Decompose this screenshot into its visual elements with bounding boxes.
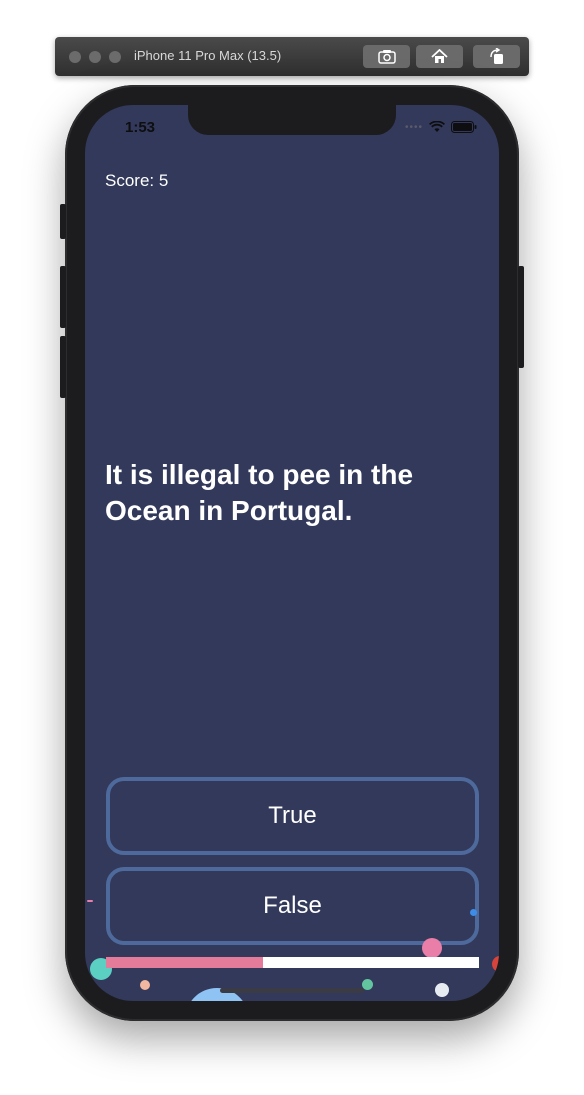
true-button[interactable]: True bbox=[106, 777, 479, 855]
volume-up-button bbox=[60, 266, 66, 328]
false-button[interactable]: False bbox=[106, 867, 479, 945]
wifi-icon bbox=[429, 121, 445, 132]
screenshot-icon bbox=[377, 50, 396, 64]
confetti-dot bbox=[435, 983, 449, 997]
simulator-titlebar: iPhone 11 Pro Max (13.5) bbox=[55, 37, 529, 76]
volume-down-button bbox=[60, 336, 66, 398]
battery-icon bbox=[451, 121, 477, 133]
home-indicator[interactable] bbox=[220, 988, 364, 993]
status-icons: •••• bbox=[405, 121, 477, 133]
confetti-dot bbox=[492, 956, 499, 972]
close-window-icon[interactable] bbox=[69, 51, 81, 63]
confetti-dot bbox=[87, 900, 93, 902]
progress-fill bbox=[106, 957, 263, 968]
minimize-window-icon[interactable] bbox=[89, 51, 101, 63]
ring-switch bbox=[60, 204, 66, 239]
app-screen: 1:53 •••• Score: 5 It is illegal to pee … bbox=[85, 105, 499, 1001]
status-time: 1:53 bbox=[125, 119, 156, 136]
cellular-dots-icon: •••• bbox=[404, 121, 423, 133]
confetti-dot bbox=[422, 938, 442, 958]
confetti-dot bbox=[470, 909, 477, 916]
screenshot-button[interactable] bbox=[363, 45, 410, 68]
rotate-button[interactable] bbox=[473, 45, 520, 68]
score-label: Score: 5 bbox=[105, 171, 169, 190]
power-button bbox=[518, 266, 524, 368]
confetti-dot bbox=[140, 980, 150, 990]
notch bbox=[188, 105, 396, 135]
home-button[interactable] bbox=[416, 45, 463, 68]
progress-bar bbox=[106, 957, 479, 968]
zoom-window-icon[interactable] bbox=[109, 51, 121, 63]
home-icon bbox=[431, 49, 448, 63]
question-text: It is illegal to pee in the Ocean in Por… bbox=[105, 459, 414, 526]
simulator-title: iPhone 11 Pro Max (13.5) bbox=[134, 48, 282, 63]
rotate-icon bbox=[490, 48, 503, 64]
